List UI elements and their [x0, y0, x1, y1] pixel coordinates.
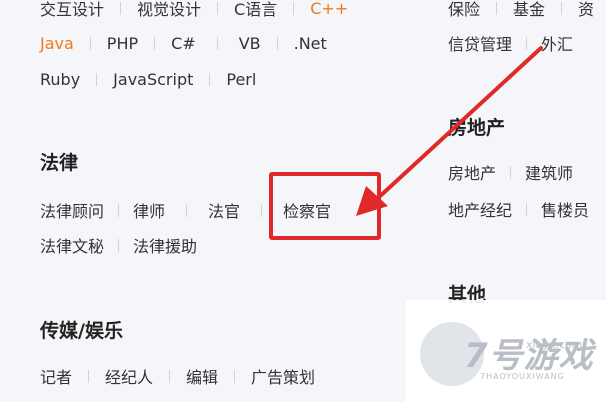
annotation-arrow-icon	[356, 46, 543, 216]
